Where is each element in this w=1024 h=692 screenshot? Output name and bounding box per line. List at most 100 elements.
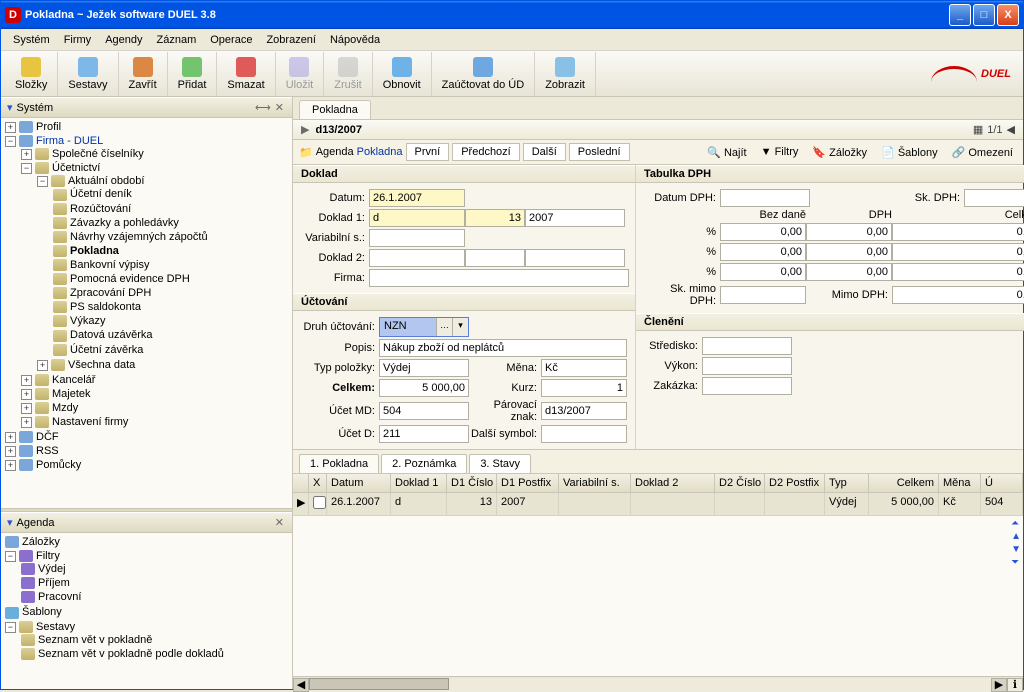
nav-prev[interactable]: Předchozí [452,143,520,161]
doklad2c-input[interactable] [525,249,625,267]
tb-slozky[interactable]: Složky [5,52,58,96]
dph1-input[interactable] [806,223,892,241]
bez3-input[interactable] [720,263,806,281]
doklad2b-input[interactable] [465,249,525,267]
cel1-input[interactable] [892,223,1024,241]
maximize-button[interactable]: □ [973,4,995,26]
col-marker[interactable] [293,474,309,492]
nav-first[interactable]: První [406,143,450,161]
act-omezeni[interactable]: 🔗 Omezení [948,144,1017,161]
system-tree[interactable]: +Profil −Firma - DUEL +Společné číselník… [1,118,292,508]
col-x[interactable]: X [309,474,327,492]
row-check[interactable] [313,496,326,509]
close-button[interactable]: X [997,4,1019,26]
datum-input[interactable] [369,189,465,207]
scroll-top-icon[interactable]: ⏶ [1011,518,1021,529]
col-u[interactable]: Ú [981,474,1023,492]
mimo-input[interactable] [892,286,1024,304]
agenda-value[interactable]: Pokladna [357,146,403,158]
tree-item[interactable]: Datová uzávěrka [53,328,292,342]
doklad2a-input[interactable] [369,249,465,267]
druh-combo[interactable]: NZN…▾ [379,317,469,337]
tb-zrusit[interactable]: Zrušit [324,52,373,96]
col-d2[interactable]: Doklad 2 [631,474,715,492]
tree-item[interactable]: Seznam vět v pokladně [21,633,292,647]
popis-input[interactable] [379,339,627,357]
tree-item[interactable]: Zpracování DPH [53,286,292,300]
vs-input[interactable] [369,229,465,247]
scroll-right-icon[interactable]: ▶ [991,678,1007,692]
menu-zobrazeni[interactable]: Zobrazení [260,32,322,48]
tree-item[interactable]: −Sestavy Seznam vět v pokladně Seznam vě… [5,620,292,662]
ud-input[interactable] [379,425,469,443]
tree-item[interactable]: Seznam vět v pokladně podle dokladů [21,647,292,661]
tree-item[interactable]: Příjem [21,576,292,590]
tree-item[interactable]: Závazky a pohledávky [53,216,292,230]
minimize-button[interactable]: _ [949,4,971,26]
tree-item[interactable]: Výdej [21,562,292,576]
tree-item[interactable]: Účetní závěrka [53,343,292,357]
col-vs[interactable]: Variabilní s. [559,474,631,492]
pz-input[interactable] [541,402,627,420]
menu-firmy[interactable]: Firmy [58,32,98,48]
menu-agendy[interactable]: Agendy [99,32,148,48]
tb-ulozit[interactable]: Uložit [276,52,325,96]
act-sablony[interactable]: 📄 Šablony [877,144,942,161]
chevron-right-icon[interactable]: ▶ [301,123,309,136]
dphdatum-input[interactable] [720,189,810,207]
act-filtry[interactable]: ▼ Filtry [757,144,803,161]
col-datum[interactable]: Datum [327,474,391,492]
tree-item-selected[interactable]: Pokladna [53,244,292,258]
subtab-3[interactable]: 3. Stavy [469,454,531,473]
tree-item[interactable]: Výkazy [53,314,292,328]
col-d1p[interactable]: D1 Postfix [497,474,559,492]
chevron-left-icon[interactable]: ◀ [1007,123,1015,136]
panel-close-icon[interactable]: ✕ [273,101,286,114]
menu-napoveda[interactable]: Nápověda [324,32,386,48]
menu-operace[interactable]: Operace [204,32,258,48]
chevron-down-icon[interactable]: ▾ [7,516,13,529]
kurz-input[interactable] [541,379,627,397]
tab-pokladna[interactable]: Pokladna [299,100,371,119]
cel3-input[interactable] [892,263,1024,281]
doklad1c-input[interactable] [525,209,625,227]
scroll-bottom-icon[interactable]: ⏷ [1011,557,1021,568]
mena-input[interactable] [541,359,627,377]
tree-item[interactable]: Záložky [5,535,292,549]
tb-obnovit[interactable]: Obnovit [373,52,432,96]
scroll-left-icon[interactable]: ◀ [293,678,309,692]
ds-input[interactable] [541,425,627,443]
dph3-input[interactable] [806,263,892,281]
pin-icon[interactable]: ⟷ [253,101,273,114]
nav-last[interactable]: Poslední [569,143,630,161]
grid-icon[interactable]: ▦ [973,123,983,136]
nav-next[interactable]: Další [523,143,566,161]
agenda-tree[interactable]: Záložky −Filtry Výdej Příjem Pracovní Ša… [1,533,292,689]
menu-system[interactable]: Systém [7,32,56,48]
tb-zobrazit[interactable]: Zobrazit [535,52,596,96]
col-d1c[interactable]: D1 Číslo [447,474,497,492]
col-d1[interactable]: Doklad 1 [391,474,447,492]
doklad1b-input[interactable] [465,209,525,227]
celkem-input[interactable] [379,379,469,397]
tree-item[interactable]: Bankovní výpisy [53,258,292,272]
umd-input[interactable] [379,402,469,420]
tree-item[interactable]: Návrhy vzájemných zápočtů [53,230,292,244]
col-typ[interactable]: Typ [825,474,869,492]
panel-close-icon[interactable]: ✕ [273,516,286,529]
tree-item[interactable]: Pomocná evidence DPH [53,272,292,286]
tree-item[interactable]: Pracovní [21,590,292,604]
col-mena[interactable]: Měna [939,474,981,492]
tree-item[interactable]: Šablony [5,605,292,619]
tree-item[interactable]: −Filtry Výdej Příjem Pracovní [5,549,292,605]
dph2-input[interactable] [806,243,892,261]
act-zalozky[interactable]: 🔖 Záložky [808,144,871,161]
menu-zaznam[interactable]: Záznam [151,32,203,48]
doklad1a-input[interactable] [369,209,465,227]
skdph-input[interactable] [964,189,1024,207]
tb-smazat[interactable]: Smazat [217,52,275,96]
cel2-input[interactable] [892,243,1024,261]
tree-item[interactable]: PS saldokonta [53,300,292,314]
bez1-input[interactable] [720,223,806,241]
grid-body[interactable]: ⏶ ▲ ▼ ⏷ [293,516,1023,676]
